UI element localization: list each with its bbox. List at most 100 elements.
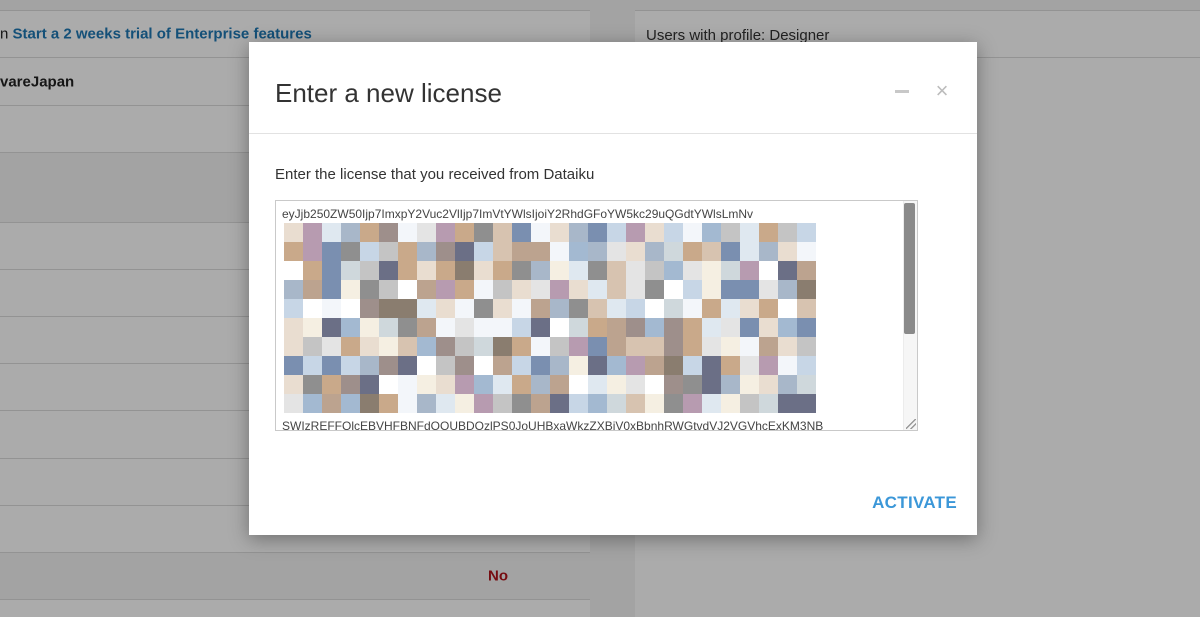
mosaic-cell — [322, 337, 341, 356]
mosaic-cell — [569, 318, 588, 337]
mosaic-cell — [740, 318, 759, 337]
mosaic-cell — [284, 394, 303, 413]
mosaic-cell — [341, 375, 360, 394]
mosaic-cell — [797, 356, 816, 375]
mosaic-cell — [778, 280, 797, 299]
mosaic-cell — [303, 394, 322, 413]
mosaic-cell — [759, 337, 778, 356]
mosaic-cell — [379, 242, 398, 261]
mosaic-cell — [493, 280, 512, 299]
mosaic-cell — [379, 280, 398, 299]
mosaic-cell — [512, 394, 531, 413]
mosaic-cell — [797, 280, 816, 299]
mosaic-cell — [702, 280, 721, 299]
mosaic-cell — [588, 318, 607, 337]
mosaic-cell — [474, 394, 493, 413]
mosaic-cell — [778, 299, 797, 318]
mosaic-cell — [341, 337, 360, 356]
mosaic-cell — [664, 394, 683, 413]
mosaic-cell — [664, 299, 683, 318]
mosaic-cell — [569, 261, 588, 280]
mosaic-cell — [607, 375, 626, 394]
close-icon[interactable]: × — [933, 79, 951, 103]
mosaic-cell — [664, 318, 683, 337]
mosaic-cell — [493, 299, 512, 318]
mosaic-cell — [474, 261, 493, 280]
mosaic-cell — [322, 223, 341, 242]
resize-grip-icon[interactable] — [906, 419, 916, 429]
mosaic-cell — [322, 242, 341, 261]
mosaic-cell — [398, 280, 417, 299]
mosaic-cell — [493, 242, 512, 261]
mosaic-cell — [379, 375, 398, 394]
mosaic-cell — [531, 356, 550, 375]
mosaic-cell — [797, 337, 816, 356]
mosaic-cell — [588, 223, 607, 242]
mosaic-cell — [626, 394, 645, 413]
mosaic-cell — [759, 356, 778, 375]
mosaic-cell — [702, 242, 721, 261]
activate-button[interactable]: ACTIVATE — [867, 490, 957, 516]
mosaic-cell — [550, 223, 569, 242]
mosaic-cell — [417, 318, 436, 337]
mosaic-cell — [683, 299, 702, 318]
mosaic-cell — [436, 261, 455, 280]
mosaic-cell — [740, 356, 759, 375]
mosaic-cell — [683, 318, 702, 337]
mosaic-cell — [797, 261, 816, 280]
mosaic-cell — [379, 337, 398, 356]
mosaic-cell — [474, 223, 493, 242]
mosaic-cell — [569, 280, 588, 299]
mosaic-cell — [607, 337, 626, 356]
mosaic-cell — [341, 394, 360, 413]
mosaic-cell — [702, 356, 721, 375]
mosaic-cell — [436, 356, 455, 375]
mosaic-cell — [721, 318, 740, 337]
mosaic-cell — [759, 242, 778, 261]
mosaic-cell — [360, 318, 379, 337]
mosaic-cell — [664, 375, 683, 394]
mosaic-cell — [360, 299, 379, 318]
mosaic-cell — [341, 318, 360, 337]
mosaic-cell — [455, 318, 474, 337]
mosaic-cell — [303, 223, 322, 242]
mosaic-cell — [721, 299, 740, 318]
mosaic-cell — [645, 394, 664, 413]
mosaic-cell — [702, 318, 721, 337]
modal-title: Enter a new license — [275, 78, 502, 108]
mosaic-cell — [607, 261, 626, 280]
mosaic-cell — [740, 375, 759, 394]
mosaic-cell — [759, 261, 778, 280]
mosaic-cell — [455, 223, 474, 242]
mosaic-cell — [778, 337, 797, 356]
mosaic-cell — [683, 394, 702, 413]
mosaic-cell — [379, 299, 398, 318]
mosaic-cell — [645, 280, 664, 299]
license-textarea[interactable]: eyJjb250ZW50Ijp7ImxpY2Vuc2VlIjp7ImVtYWls… — [275, 200, 918, 431]
mosaic-cell — [341, 280, 360, 299]
mosaic-cell — [379, 223, 398, 242]
scrollbar-thumb[interactable] — [904, 203, 915, 334]
minimize-icon[interactable] — [893, 80, 911, 102]
mosaic-cell — [512, 375, 531, 394]
mosaic-cell — [645, 261, 664, 280]
mosaic-cell — [797, 223, 816, 242]
mosaic-cell — [455, 394, 474, 413]
mosaic-cell — [550, 318, 569, 337]
mosaic-cell — [531, 261, 550, 280]
mosaic-cell — [550, 261, 569, 280]
mosaic-cell — [626, 318, 645, 337]
mosaic-cell — [398, 337, 417, 356]
mosaic-cell — [284, 356, 303, 375]
mosaic-cell — [531, 318, 550, 337]
mosaic-cell — [303, 280, 322, 299]
mosaic-cell — [626, 280, 645, 299]
mosaic-cell — [588, 337, 607, 356]
mosaic-cell — [455, 337, 474, 356]
mosaic-cell — [664, 356, 683, 375]
mosaic-cell — [303, 299, 322, 318]
mosaic-cell — [721, 356, 740, 375]
mosaic-cell — [569, 375, 588, 394]
mosaic-cell — [436, 223, 455, 242]
mosaic-cell — [322, 394, 341, 413]
